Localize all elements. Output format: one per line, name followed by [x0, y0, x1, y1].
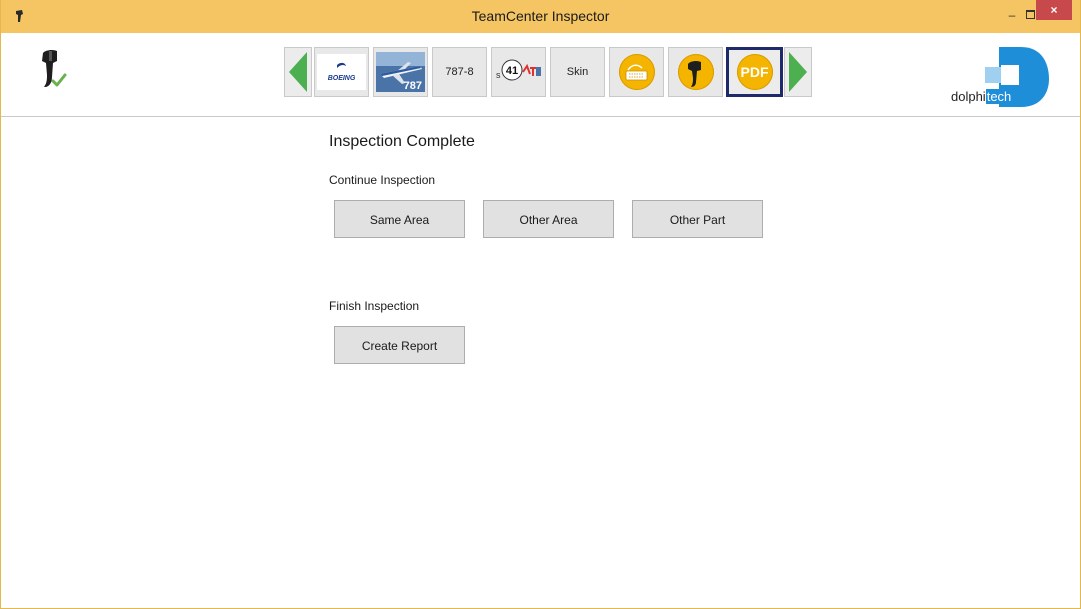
toolbar: BOEING 787 787-8 s 41 Skin PDF dolphitec…: [1, 33, 1080, 117]
page-title: Inspection Complete: [329, 133, 475, 150]
app-window: TeamCenter Inspector – × BOEING 787 787-…: [0, 0, 1081, 609]
section-41-icon: s 41: [496, 59, 541, 81]
probe-icon: [688, 60, 701, 87]
minimize-button[interactable]: –: [1001, 6, 1023, 24]
boeing-logo-icon: BOEING: [317, 54, 366, 90]
keyboard-icon: [625, 64, 648, 81]
close-button[interactable]: ×: [1036, 0, 1072, 20]
window-title: TeamCenter Inspector: [471, 8, 610, 24]
logo-text-highlight: tech: [985, 89, 1013, 104]
title-bar[interactable]: TeamCenter Inspector – ×: [1, 0, 1080, 33]
boeing-wordmark: BOEING: [328, 75, 356, 82]
continue-inspection-label: Continue Inspection: [329, 173, 436, 187]
dolphitech-logo: dolphitech: [951, 41, 1051, 107]
crumb-probe[interactable]: [668, 47, 723, 97]
crumb-aircraft[interactable]: 787: [373, 47, 428, 97]
crumb-model[interactable]: 787-8: [432, 47, 487, 97]
crumb-boeing[interactable]: BOEING: [314, 47, 369, 97]
model-label: 787-8: [445, 66, 474, 78]
pdf-icon: PDF: [740, 64, 769, 80]
crumb-probe-settings[interactable]: [609, 47, 664, 97]
finish-inspection-label: Finish Inspection: [329, 299, 420, 313]
logo-text-plain: dolphi: [951, 89, 986, 104]
crumb-part[interactable]: Skin: [550, 47, 605, 97]
main-content: Inspection Complete Continue Inspection …: [1, 117, 1080, 608]
part-label: Skin: [566, 66, 589, 78]
aircraft-label: 787: [404, 80, 422, 92]
arrow-left-icon: [289, 52, 307, 92]
probe-connected-icon: [42, 49, 67, 87]
previous-button[interactable]: [284, 47, 312, 97]
airplane-photo-icon: 787: [376, 52, 425, 92]
section-number: 41: [506, 65, 518, 77]
same-area-button[interactable]: Same Area: [334, 200, 465, 238]
arrow-right-icon: [789, 52, 807, 92]
next-button[interactable]: [784, 47, 812, 97]
crumb-pdf[interactable]: PDF: [726, 47, 783, 97]
other-area-button[interactable]: Other Area: [483, 200, 614, 238]
other-part-button[interactable]: Other Part: [632, 200, 763, 238]
create-report-button[interactable]: Create Report: [334, 326, 465, 364]
svg-text:s: s: [496, 70, 501, 80]
crumb-section[interactable]: s 41: [491, 47, 546, 97]
logo-wordmark: dolphitech: [951, 89, 1013, 104]
